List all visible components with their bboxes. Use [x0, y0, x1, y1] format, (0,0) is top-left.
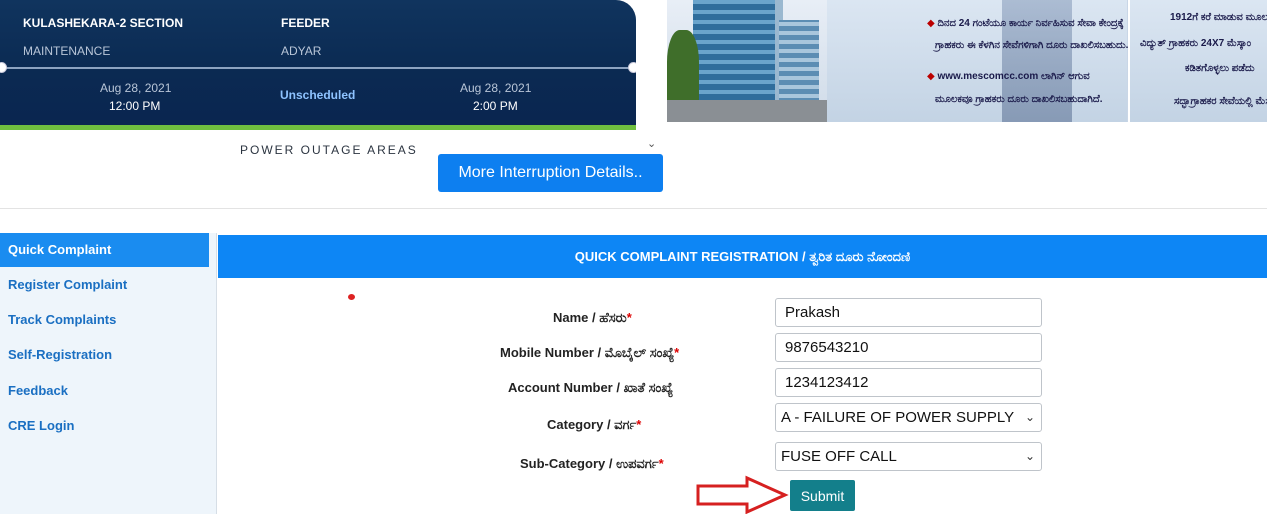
- chevron-down-icon: ⌄: [1024, 410, 1035, 424]
- name-label: Name / ಹೆಸರು: [553, 310, 627, 325]
- end-time: 2:00 PM: [473, 99, 518, 113]
- subcategory-select[interactable]: FUSE OFF CALL ⌄: [775, 442, 1042, 471]
- banner-line: ಮೂಲಕವೂ ಗ್ರಾಹಕರು ದೂರು ದಾಖಲಿಸಬಹುದಾಗಿದೆ.: [935, 94, 1103, 105]
- section-divider: [0, 208, 1267, 209]
- sidebar-item-self-registration[interactable]: Self-Registration: [0, 338, 209, 372]
- more-interruption-details-button[interactable]: More Interruption Details..: [438, 154, 663, 192]
- tree-image: [667, 30, 699, 110]
- timeline-line: [2, 67, 632, 69]
- submit-button[interactable]: Submit: [790, 480, 855, 511]
- account-label: Account Number / ಖಾತೆ ಸಂಖ್ಯೆ: [508, 380, 674, 395]
- feeder-label: FEEDER: [281, 16, 330, 30]
- start-date: Aug 28, 2021: [100, 81, 172, 95]
- outage-status: Unscheduled: [280, 88, 356, 102]
- timeline-end-dot: [628, 62, 636, 73]
- annotation-arrow-icon: [696, 475, 789, 514]
- work-type: MAINTENANCE: [23, 44, 111, 58]
- required-mark: *: [658, 456, 664, 471]
- promo-banner: ◆ ದಿನದ 24 ಗಂಟೆಯೂ ಕಾರ್ಯ ನಿರ್ವಹಿಸುವ ಸೇವಾ ಕ…: [667, 0, 1267, 122]
- end-date: Aug 28, 2021: [460, 81, 532, 95]
- sidebar-item-feedback[interactable]: Feedback: [0, 374, 209, 408]
- sidebar: Quick Complaint Register Complaint Track…: [0, 233, 217, 514]
- required-mark: *: [626, 310, 632, 325]
- outage-card: KULASHEKARA-2 SECTION FEEDER MAINTENANCE…: [0, 0, 636, 130]
- form-title: QUICK COMPLAINT REGISTRATION / ತ್ವರಿತ ದೂ…: [218, 235, 1267, 278]
- sidebar-item-cre-login[interactable]: CRE Login: [0, 409, 209, 443]
- building-image: [693, 0, 783, 110]
- banner-line: 1912ಗೆ ಕರೆ ಮಾಡುವ ಮೂಲಕ: [1170, 12, 1267, 23]
- page: KULASHEKARA-2 SECTION FEEDER MAINTENANCE…: [0, 0, 1267, 514]
- required-mark: *: [636, 417, 642, 432]
- scroll-down-icon[interactable]: ⌄: [647, 137, 656, 150]
- banner-panel-1: ◆ ದಿನದ 24 ಗಂಟೆಯೂ ಕಾರ್ಯ ನಿರ್ವಹಿಸುವ ಸೇವಾ ಕ…: [827, 0, 1129, 122]
- category-select[interactable]: A - FAILURE OF POWER SUPPLY ⌄: [775, 403, 1042, 432]
- card-progress-bar: [0, 125, 636, 130]
- sidebar-item-quick-complaint[interactable]: Quick Complaint: [0, 233, 209, 267]
- banner-panel-2: 1912ಗೆ ಕರೆ ಮಾಡುವ ಮೂಲಕ ವಿದ್ಯುತ್ ಗ್ರಾಹಕರು …: [1128, 0, 1267, 122]
- banner-line: ಗ್ರಾಹಕರು ಈ ಕೆಳಗಿನ ಸೇವೆಗಳಿಗಾಗಿ ದೂರು ದಾಖಲಿ…: [935, 40, 1129, 51]
- required-mark: *: [674, 345, 680, 360]
- feeder-name: ADYAR: [281, 44, 322, 58]
- name-input[interactable]: [775, 298, 1042, 327]
- subcategory-value: FUSE OFF CALL: [781, 448, 897, 465]
- section-name: KULASHEKARA-2 SECTION: [23, 16, 184, 30]
- power-outage-areas-heading: POWER OUTAGE AREAS: [240, 143, 418, 157]
- category-value: A - FAILURE OF POWER SUPPLY: [781, 409, 1015, 426]
- road-image: [667, 100, 827, 122]
- banner-photo: [667, 0, 827, 122]
- category-label: Category / ವರ್ಗ: [547, 417, 637, 432]
- mobile-input[interactable]: [775, 333, 1042, 362]
- mobile-label: Mobile Number / ಮೊಬೈಲ್ ಸಂಖ್ಯೆ: [500, 345, 675, 360]
- banner-line: ಕಡಿತಗೊಳ್ಳಲು ಪಡೆದು: [1185, 63, 1255, 74]
- banner-line: ವಿದ್ಯುತ್ ಗ್ರಾಹಕರು 24X7 ಮೆಸ್ಕಾಂ: [1140, 38, 1252, 49]
- sidebar-item-track-complaints[interactable]: Track Complaints: [0, 303, 209, 337]
- sidebar-item-register-complaint[interactable]: Register Complaint: [0, 268, 209, 302]
- banner-line: www.mescomcc.com ಲಾಗಿನ್ ಆಗುವ: [937, 71, 1090, 82]
- start-time: 12:00 PM: [109, 99, 161, 113]
- annotation-dot: [348, 294, 355, 300]
- banner-line: ಸದ್ಭಾಗ್ರಾಹಕರ ಸೇವೆಯಲ್ಲಿ ಮೆಸ್ಕಾಂ: [1174, 96, 1267, 107]
- banner-line: ದಿನದ 24 ಗಂಟೆಯೂ ಕಾರ್ಯ ನಿರ್ವಹಿಸುವ ಸೇವಾ ಕೇಂ…: [937, 18, 1124, 29]
- account-input[interactable]: [775, 368, 1042, 397]
- chevron-down-icon: ⌄: [1024, 449, 1035, 463]
- timeline-start-dot: [0, 62, 7, 73]
- building-image-2: [779, 20, 819, 112]
- subcategory-label: Sub-Category / ಉಪವರ್ಗ: [520, 456, 659, 471]
